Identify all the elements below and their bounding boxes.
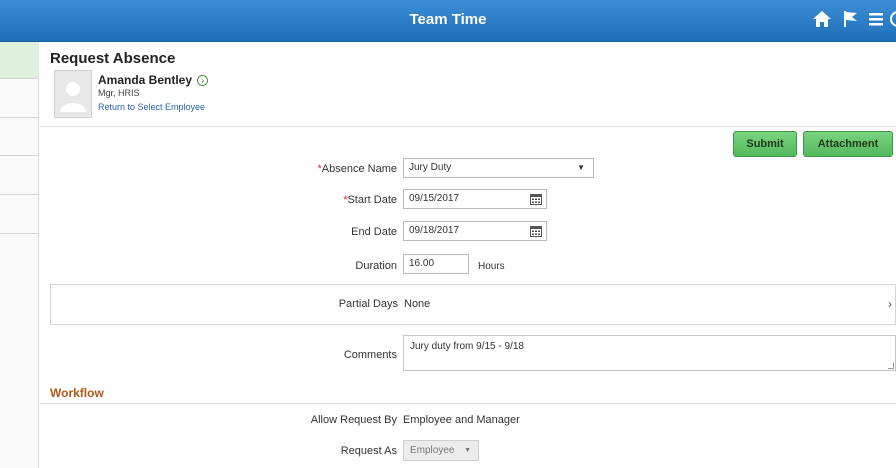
chevron-down-icon: ▼ xyxy=(577,163,585,172)
partial-days-row[interactable]: Partial Days None › xyxy=(50,284,896,325)
hamburger-menu-icon[interactable] xyxy=(866,9,888,31)
partial-days-label: Partial Days xyxy=(338,298,398,310)
absence-name-label: *Absence Name xyxy=(317,163,398,175)
request-as-label: Request As xyxy=(340,445,397,457)
duration-input[interactable]: 16.00 xyxy=(403,254,469,274)
duration-unit: Hours xyxy=(478,261,505,272)
comments-value: Jury duty from 9/15 - 9/18 xyxy=(410,341,524,352)
left-sidebar xyxy=(0,42,39,468)
allow-request-by-label: Allow Request By xyxy=(310,414,397,426)
return-to-select-employee-link[interactable]: Return to Select Employee xyxy=(98,102,205,112)
sidebar-divider xyxy=(0,117,39,118)
request-as-value: Employee xyxy=(410,445,455,456)
calendar-icon[interactable] xyxy=(530,193,542,205)
header-bar: Team Time xyxy=(0,0,896,42)
related-actions-icon[interactable]: › xyxy=(197,75,209,86)
partial-days-value: None xyxy=(404,298,431,310)
employee-role: Mgr, HRIS xyxy=(98,88,140,98)
calendar-icon[interactable] xyxy=(530,225,542,237)
request-as-select: Employee ▼ xyxy=(403,440,479,461)
page-heading: Request Absence xyxy=(50,50,176,67)
employee-card: Amanda Bentley › Mgr, HRIS Return to Sel… xyxy=(54,70,222,122)
sidebar-divider xyxy=(0,194,39,195)
section-divider xyxy=(40,126,896,127)
duration-value: 16.00 xyxy=(409,258,435,269)
allow-request-by-value: Employee and Manager xyxy=(403,414,520,426)
absence-name-value: Jury Duty xyxy=(409,162,452,173)
submit-button[interactable]: Submit xyxy=(733,131,797,157)
start-date-input[interactable]: 09/15/2017 xyxy=(403,189,547,209)
chevron-down-icon: ▼ xyxy=(464,447,471,454)
sidebar-divider xyxy=(0,155,39,156)
flag-icon[interactable] xyxy=(840,9,862,31)
start-date-label-text: Start Date xyxy=(347,194,397,206)
comments-textarea[interactable]: Jury duty from 9/15 - 9/18 xyxy=(403,335,896,371)
end-date-input[interactable]: 09/18/2017 xyxy=(403,221,547,241)
end-date-label: End Date xyxy=(351,226,397,238)
start-date-label: *Start Date xyxy=(343,194,397,206)
comments-label: Comments xyxy=(343,349,397,361)
navbar-icon[interactable] xyxy=(888,9,896,31)
end-date-value: 09/18/2017 xyxy=(409,225,460,236)
duration-label: Duration xyxy=(355,260,397,272)
home-icon[interactable] xyxy=(812,9,834,31)
attachment-button[interactable]: Attachment xyxy=(803,131,893,157)
avatar xyxy=(54,70,92,118)
sidebar-divider xyxy=(0,78,39,79)
workflow-heading: Workflow xyxy=(50,386,104,400)
workflow-divider xyxy=(40,403,896,404)
sidebar-item-active[interactable] xyxy=(0,42,39,78)
sidebar-divider xyxy=(0,233,39,234)
page-title: Team Time xyxy=(409,11,487,28)
chevron-right-icon: › xyxy=(888,297,892,311)
absence-name-label-text: Absence Name xyxy=(321,163,397,175)
resize-handle-icon[interactable] xyxy=(888,363,894,369)
start-date-value: 09/15/2017 xyxy=(409,193,460,204)
absence-name-select[interactable]: Jury Duty ▼ xyxy=(403,158,594,178)
employee-name[interactable]: Amanda Bentley › xyxy=(98,73,209,87)
employee-name-text: Amanda Bentley xyxy=(98,73,193,87)
